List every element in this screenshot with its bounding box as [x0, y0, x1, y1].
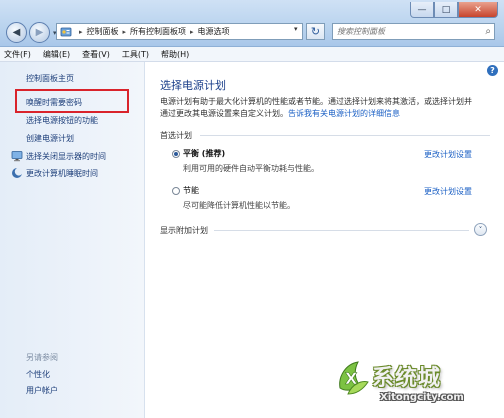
- address-bar[interactable]: ▸ 控制面板 ▸ 所有控制面板项 ▸ 电源选项: [56, 23, 303, 40]
- see-also-heading: 另请参阅: [26, 353, 58, 362]
- sidebar-item-power-buttons[interactable]: 选择电源按钮的功能: [26, 115, 98, 126]
- plan-balanced-radio[interactable]: [172, 150, 180, 158]
- watermark-logo: X: [339, 361, 369, 395]
- minimize-button[interactable]: —: [410, 2, 434, 18]
- search-input[interactable]: [337, 27, 472, 36]
- svg-text:X: X: [345, 369, 358, 388]
- expand-chevron-icon[interactable]: ˅: [474, 223, 487, 236]
- monitor-icon: [11, 151, 23, 162]
- plan-power-saver-radio[interactable]: [172, 187, 180, 195]
- section-divider: [214, 230, 469, 231]
- description-line-1: 电源计划有助于最大化计算机的性能或者节能。通过选择计划来将其激活，或选择计划并: [160, 97, 472, 106]
- navigation-buttons: ◀ ▶ ▾: [6, 22, 57, 43]
- menu-tools[interactable]: 工具(T): [122, 49, 149, 60]
- plan-balanced-name[interactable]: 平衡 (推荐): [183, 148, 225, 159]
- refresh-button[interactable]: ↻: [306, 23, 325, 40]
- plan-balanced-change-link[interactable]: 更改计划设置: [424, 149, 472, 160]
- window-controls: — □ ✕: [410, 2, 498, 18]
- plan-power-saver-change-link[interactable]: 更改计划设置: [424, 186, 472, 197]
- back-button[interactable]: ◀: [6, 22, 27, 43]
- watermark-text: 系统城: [372, 366, 442, 391]
- help-icon[interactable]: ?: [487, 65, 498, 76]
- description-line-2: 通过更改其电源设置来自定义计划。: [160, 109, 288, 118]
- close-button[interactable]: ✕: [458, 2, 498, 18]
- sidebar-item-create-plan[interactable]: 创建电源计划: [26, 133, 74, 144]
- search-box[interactable]: ⌕: [332, 23, 495, 40]
- breadcrumb-separator: ▸: [79, 27, 83, 36]
- sidebar-item-require-password[interactable]: 唤醒时需要密码: [26, 97, 82, 108]
- sidebar-item-user-accounts[interactable]: 用户帐户: [26, 385, 58, 396]
- breadcrumb-control-panel[interactable]: 控制面板: [87, 26, 119, 37]
- plan-balanced-desc: 利用可用的硬件自动平衡功耗与性能。: [183, 164, 319, 173]
- search-icon[interactable]: ⌕: [485, 26, 491, 37]
- menu-help[interactable]: 帮助(H): [161, 49, 189, 60]
- sidebar-item-personalization[interactable]: 个性化: [26, 369, 50, 380]
- menu-view[interactable]: 查看(V): [82, 49, 110, 60]
- menu-bar: 文件(F) 编辑(E) 查看(V) 工具(T) 帮助(H): [0, 47, 504, 62]
- menu-file[interactable]: 文件(F): [4, 49, 31, 60]
- show-additional-plans[interactable]: 显示附加计划: [160, 225, 208, 236]
- breadcrumb-power-options[interactable]: 电源选项: [198, 26, 230, 37]
- learn-more-link[interactable]: 告诉我有关电源计划的详细信息: [288, 109, 400, 118]
- sidebar-item-display-off[interactable]: 选择关闭显示器的时间: [26, 151, 106, 162]
- breadcrumb-separator[interactable]: ▸: [190, 28, 194, 36]
- plan-power-saver-name[interactable]: 节能: [183, 185, 199, 196]
- watermark-url: Xitongcity.com: [380, 392, 464, 403]
- maximize-button[interactable]: □: [434, 2, 458, 18]
- section-divider: [200, 135, 490, 136]
- moon-icon: [12, 167, 23, 178]
- control-panel-icon: [60, 27, 72, 36]
- forward-button[interactable]: ▶: [29, 22, 50, 43]
- page-description: 电源计划有助于最大化计算机的性能或者节能。通过选择计划来将其激活，或选择计划并 …: [160, 96, 490, 120]
- page-title: 选择电源计划: [160, 79, 226, 92]
- plan-power-saver-desc: 尽可能降低计算机性能以节能。: [183, 201, 295, 210]
- breadcrumb-all-items[interactable]: 所有控制面板项: [130, 26, 186, 37]
- sidebar-item-sleep-time[interactable]: 更改计算机睡眠时间: [26, 168, 98, 179]
- menu-edit[interactable]: 编辑(E): [43, 49, 70, 60]
- sidebar-item-home[interactable]: 控制面板主页: [26, 73, 74, 84]
- breadcrumb-separator[interactable]: ▸: [123, 28, 127, 36]
- preferred-plans-heading: 首选计划: [160, 131, 192, 140]
- address-dropdown-icon[interactable]: ▾: [294, 25, 298, 33]
